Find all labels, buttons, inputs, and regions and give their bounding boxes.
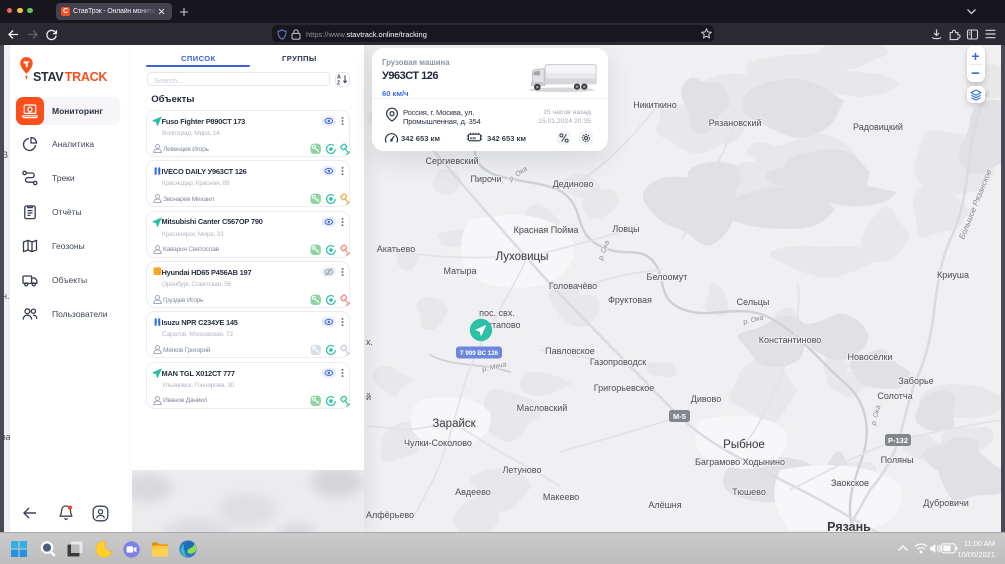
svg-text:Криуша: Криуша	[937, 270, 969, 280]
svg-text:Авдеево: Авдеево	[455, 487, 491, 497]
svg-text:Головачёво: Головачёво	[549, 281, 597, 291]
svg-text:Летуново: Летуново	[503, 465, 542, 475]
svg-text:Чулки-Соколово: Чулки-Соколово	[404, 438, 472, 448]
svg-text:Зарайск: Зарайск	[432, 418, 476, 430]
svg-text:Матыра: Матыра	[443, 266, 476, 276]
svg-text:М-5: М-5	[673, 412, 686, 421]
svg-text:В: В	[4, 150, 8, 160]
svg-text:Радовицкий: Радовицкий	[853, 122, 903, 132]
svg-text:Никиткино: Никиткино	[633, 100, 677, 110]
svg-text:Алёшня: Алёшня	[648, 500, 681, 510]
svg-text:Т 999 ВС 126: Т 999 ВС 126	[460, 350, 499, 357]
svg-text:Поляны: Поляны	[881, 455, 914, 465]
svg-text:Макеево: Макеево	[543, 492, 579, 502]
svg-text:Рязановский: Рязановский	[709, 118, 762, 128]
svg-text:КМ: КМ	[470, 135, 476, 140]
svg-text:Р-132: Р-132	[888, 436, 908, 445]
svg-text:Тюшево: Тюшево	[732, 487, 766, 497]
svg-text:й: й	[366, 392, 371, 402]
svg-text:Акатьево: Акатьево	[377, 244, 415, 254]
svg-text:Новосёлки: Новосёлки	[848, 352, 893, 362]
svg-text:Z: Z	[337, 80, 341, 85]
svg-text:Заокское: Заокское	[831, 478, 869, 488]
svg-text:Дубровичи: Дубровичи	[923, 498, 969, 508]
svg-text:пос. свх.: пос. свх.	[479, 308, 515, 318]
svg-text:Масловский: Масловский	[517, 403, 568, 413]
svg-text:Газопроводск: Газопроводск	[590, 357, 646, 367]
svg-text:х.: х.	[366, 337, 373, 347]
svg-text:Пирочи: Пирочи	[470, 174, 501, 184]
svg-text:Белоомут: Белоомут	[647, 272, 688, 282]
svg-text:Сельцы: Сельцы	[737, 297, 770, 307]
svg-text:Ловцы: Ловцы	[612, 224, 639, 234]
svg-text:Рыбное: Рыбное	[723, 439, 765, 451]
svg-text:Фруктовая: Фруктовая	[608, 295, 652, 305]
svg-text:Алфёрьево: Алфёрьево	[366, 510, 414, 520]
svg-text:Заборье: Заборье	[898, 376, 933, 386]
svg-text:Дивово: Дивово	[691, 394, 722, 404]
svg-text:Солотча: Солотча	[877, 391, 912, 401]
svg-text:Павловское: Павловское	[545, 346, 595, 356]
svg-text:Красная Пойма: Красная Пойма	[514, 225, 579, 235]
svg-text:Рязань: Рязань	[827, 520, 871, 532]
svg-text:Константиново: Константиново	[759, 335, 822, 345]
svg-text:Дединово: Дединово	[553, 179, 594, 189]
svg-text:Сергиевский: Сергиевский	[426, 156, 479, 166]
svg-text:Григорьевское: Григорьевское	[594, 383, 654, 393]
svg-text:Баграмово Ходынино: Баграмово Ходынино	[695, 457, 785, 467]
svg-text:Луховицы: Луховицы	[496, 251, 549, 263]
